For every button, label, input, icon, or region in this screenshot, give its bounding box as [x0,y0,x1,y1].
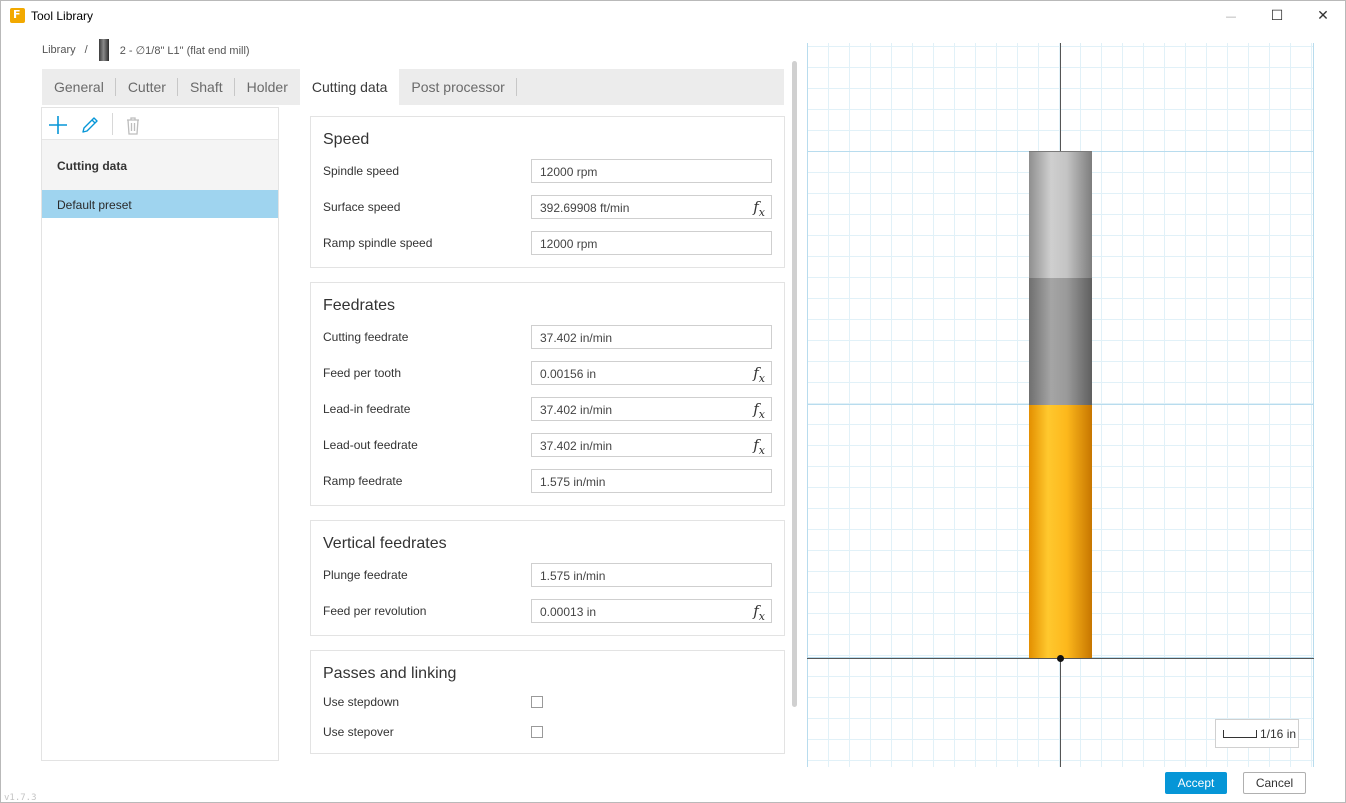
maximize-icon: ☐ [1270,8,1284,24]
field-label: Use stepdown [323,695,400,709]
feedrates-section: Feedrates Cutting feedrate 37.402 in/min… [310,282,785,506]
plus-icon [49,116,67,134]
section-title: Feedrates [323,297,396,314]
close-button[interactable]: ✕ [1300,1,1346,31]
minimize-icon: — [1225,9,1237,23]
tab-bar: General Cutter Shaft Holder Cutting data… [42,69,784,105]
surface-speed-input[interactable]: 392.69908 ft/min fx [531,195,772,219]
cutter-body [1029,405,1092,659]
form-row: Plunge feedrate 1.575 in/min [323,563,773,587]
field-label: Use stepover [323,725,394,739]
fx-expression-icon[interactable]: fx [753,198,765,219]
form-row: Ramp feedrate 1.575 in/min [323,469,773,493]
preset-item-default[interactable]: Default preset [42,190,278,218]
title-bar: F Tool Library — ☐ ✕ [1,1,1345,31]
maximize-button[interactable]: ☐ [1254,1,1300,31]
breadcrumb-library-link[interactable]: Library [42,44,76,56]
form-row: Ramp spindle speed 12000 rpm [323,231,773,255]
field-label: Lead-in feedrate [323,402,411,416]
field-label: Ramp feedrate [323,474,403,488]
field-label: Lead-out feedrate [323,438,418,452]
form-row: Cutting feedrate 37.402 in/min [323,325,773,349]
window-title: Tool Library [31,9,94,23]
feed-per-revolution-input[interactable]: 0.00013 in fx [531,599,772,623]
section-title: Vertical feedrates [323,535,447,552]
ramp-feedrate-input[interactable]: 1.575 in/min [531,469,772,493]
holder-lower-section [1029,278,1092,405]
form-row: Feed per revolution 0.00013 in fx [323,599,773,623]
origin-point [1057,655,1064,662]
fx-expression-icon[interactable]: fx [753,436,765,457]
form-row: Spindle speed 12000 rpm [323,159,773,183]
lead-in-feedrate-input[interactable]: 37.402 in/min fx [531,397,772,421]
breadcrumb-separator: / [84,44,88,56]
minimize-button[interactable]: — [1208,1,1254,31]
fusion-app-icon: F [10,8,25,23]
section-title: Speed [323,131,370,148]
field-label: Feed per tooth [323,366,402,380]
tab-post-processor[interactable]: Post processor [399,69,517,105]
edit-preset-button[interactable] [79,114,101,136]
tab-shaft[interactable]: Shaft [178,69,235,105]
tool-library-window: F Tool Library — ☐ ✕ Library / 2 - ∅1/8"… [0,0,1346,803]
tool-preview-viewport[interactable]: 1/16 in [807,43,1314,767]
preset-toolbar [42,108,278,140]
lead-out-feedrate-input[interactable]: 37.402 in/min fx [531,433,772,457]
field-label: Ramp spindle speed [323,236,433,250]
plunge-feedrate-input[interactable]: 1.575 in/min [531,563,772,587]
vertical-feedrates-section: Vertical feedrates Plunge feedrate 1.575… [310,520,785,636]
fx-expression-icon[interactable]: fx [753,602,765,623]
passes-linking-section: Passes and linking Use stepdown Use step… [310,650,785,754]
tab-holder[interactable]: Holder [235,69,300,105]
trash-icon [127,117,139,135]
fx-expression-icon[interactable]: fx [753,400,765,421]
section-title: Passes and linking [323,665,457,682]
accept-button[interactable]: Accept [1165,772,1227,794]
holder-upper-section [1029,151,1092,278]
tab-cutter[interactable]: Cutter [116,69,178,105]
pencil-icon [82,117,98,133]
scale-bar-icon [1223,730,1257,738]
fx-expression-icon[interactable]: fx [753,364,765,385]
preset-panel: Cutting data Default preset [41,107,279,761]
form-row: Lead-in feedrate 37.402 in/min fx [323,397,773,421]
form-row: Feed per tooth 0.00156 in fx [323,361,773,385]
cancel-button[interactable]: Cancel [1243,772,1306,794]
form-row: Lead-out feedrate 37.402 in/min fx [323,433,773,457]
tab-cutting-data[interactable]: Cutting data [299,69,400,105]
scale-label: 1/16 in [1260,727,1297,741]
toolbar-divider [112,113,113,135]
speed-section: Speed Spindle speed 12000 rpm Surface sp… [310,116,785,268]
delete-preset-button[interactable] [122,114,144,136]
field-label: Surface speed [323,200,401,214]
close-icon: ✕ [1317,8,1329,24]
form-row: Use stepover [323,720,773,744]
breadcrumb-tool-name: 2 - ∅1/8" L1" (flat end mill) [119,44,250,57]
breadcrumb: Library / 2 - ∅1/8" L1" (flat end mill) [42,39,250,61]
use-stepdown-checkbox[interactable] [531,696,543,708]
form-row: Surface speed 392.69908 ft/min fx [323,195,773,219]
field-label: Plunge feedrate [323,568,408,582]
end-mill-thumbnail-icon [98,39,109,61]
scale-indicator: 1/16 in [1215,719,1299,748]
form-row: Use stepdown [323,690,773,714]
field-label: Spindle speed [323,164,400,178]
spindle-speed-input[interactable]: 12000 rpm [531,159,772,183]
use-stepover-checkbox[interactable] [531,726,543,738]
preset-group-header: Cutting data [42,140,278,190]
tab-general[interactable]: General [42,69,116,105]
field-label: Feed per revolution [323,604,427,618]
add-preset-button[interactable] [47,114,69,136]
feed-per-tooth-input[interactable]: 0.00156 in fx [531,361,772,385]
form-scrollbar[interactable] [792,61,797,707]
cutting-feedrate-input[interactable]: 37.402 in/min [531,325,772,349]
ramp-spindle-speed-input[interactable]: 12000 rpm [531,231,772,255]
version-label: v1.7.3 [4,793,37,803]
field-label: Cutting feedrate [323,330,409,344]
